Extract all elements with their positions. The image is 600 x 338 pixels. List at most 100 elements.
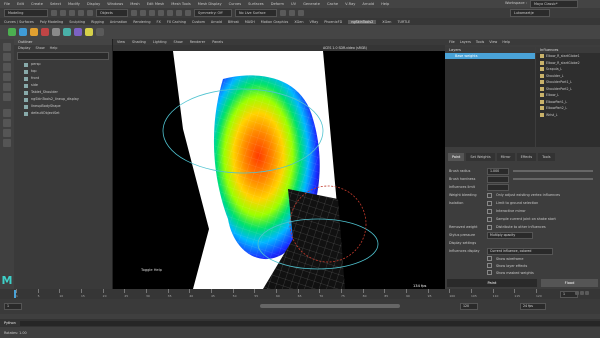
- live-surface-button[interactable]: No Live Surface: [235, 9, 277, 17]
- show-masked-weights-checkbox[interactable]: [487, 270, 492, 275]
- move-tool-icon[interactable]: [3, 73, 11, 81]
- outliner-menu-item[interactable]: Display: [18, 45, 31, 51]
- shelf-tab[interactable]: MASH: [245, 20, 255, 24]
- ipr-render-icon[interactable]: [289, 10, 295, 16]
- shelf-tab[interactable]: Custom: [192, 20, 205, 24]
- menu-item-generate[interactable]: Generate: [303, 2, 320, 6]
- shelf-cube-icon[interactable]: [19, 28, 27, 36]
- layers-menu-item[interactable]: Help: [502, 39, 510, 45]
- outliner-search-input[interactable]: [17, 52, 109, 60]
- outliner-item[interactable]: top: [14, 68, 112, 75]
- layout-side-icon[interactable]: [3, 129, 11, 137]
- menu-item-deform[interactable]: Deform: [271, 2, 284, 6]
- shelf-torus-icon[interactable]: [63, 28, 71, 36]
- menu-item-surfaces[interactable]: Surfaces: [248, 2, 264, 6]
- show-wireframe-checkbox[interactable]: [487, 256, 492, 261]
- shelf-tab[interactable]: Rendering: [133, 20, 150, 24]
- menu-set-dropdown[interactable]: Modeling: [4, 9, 48, 17]
- rotate-tool-icon[interactable]: [3, 83, 11, 91]
- select-by-object-icon[interactable]: [140, 10, 146, 16]
- outliner-item[interactable]: side: [14, 82, 112, 89]
- show-layer-effects-checkbox[interactable]: [487, 263, 492, 268]
- brush-hardness-field[interactable]: [487, 175, 509, 183]
- paint-button[interactable]: Paint: [447, 279, 537, 287]
- menu-item-select[interactable]: Select: [50, 2, 61, 6]
- viewport[interactable]: View Shading Lighting Show Renderer Panels AC…: [113, 39, 445, 289]
- selection-mode-dropdown[interactable]: Objects: [96, 9, 128, 17]
- outliner-menu-item[interactable]: Help: [50, 45, 58, 51]
- influences-limit-field[interactable]: [487, 183, 509, 191]
- menu-item-edit[interactable]: Edit: [17, 2, 24, 6]
- brush-radius-slider[interactable]: [513, 170, 593, 172]
- snap-grid-icon[interactable]: [158, 10, 164, 16]
- menu-item-create[interactable]: Create: [31, 2, 43, 6]
- play-forward-icon[interactable]: [580, 291, 584, 295]
- viewport-menu-item[interactable]: View: [117, 40, 125, 44]
- shelf-ngskin-icon[interactable]: [74, 28, 82, 36]
- paint-tab[interactable]: Effects: [516, 153, 537, 161]
- shelf-paint-icon[interactable]: [85, 28, 93, 36]
- play-back-icon[interactable]: [575, 291, 579, 295]
- select-by-component-icon[interactable]: [149, 10, 155, 16]
- outliner-menu-item[interactable]: Show: [36, 45, 45, 51]
- viewport-menu-item[interactable]: Renderer: [190, 40, 205, 44]
- viewport-menu-item[interactable]: Panels: [212, 40, 223, 44]
- menu-item-arnold[interactable]: Arnold: [362, 2, 374, 6]
- redo-icon[interactable]: [87, 10, 93, 16]
- outliner-item[interactable]: front: [14, 75, 112, 82]
- viewport-menu-item[interactable]: Shading: [132, 40, 146, 44]
- command-language-toggle[interactable]: Python: [4, 321, 16, 325]
- paint-tab[interactable]: Paint: [448, 153, 465, 161]
- shelf-tab[interactable]: ngSkinTools2: [348, 19, 377, 24]
- shelf-cylinder-icon[interactable]: [30, 28, 38, 36]
- shelf-tab[interactable]: FX: [157, 20, 161, 24]
- menu-item-display[interactable]: Display: [87, 2, 100, 6]
- menu-item-uv[interactable]: UV: [291, 2, 296, 6]
- interactive-mirror-checkbox[interactable]: [487, 208, 492, 214]
- layout-four-icon[interactable]: [3, 119, 11, 127]
- menu-item-edit-mesh[interactable]: Edit Mesh: [147, 2, 165, 6]
- command-input[interactable]: [19, 320, 600, 326]
- menu-item-v-ray[interactable]: V-Ray: [345, 2, 355, 6]
- shelf-sphere-icon[interactable]: [8, 28, 16, 36]
- outliner-item[interactable]: defaultObjectSet: [14, 110, 112, 117]
- viewport-menu-item[interactable]: Show: [174, 40, 183, 44]
- undo-icon[interactable]: [78, 10, 84, 16]
- range-end-field[interactable]: 120: [460, 303, 478, 310]
- time-slider[interactable]: 1 5 10 15 20 25 30 35 40 45 50 55 60 65 70 75 80 85 90 95 10…: [0, 289, 600, 299]
- paint-tab[interactable]: Mirror: [496, 153, 515, 161]
- menu-item-mesh-tools[interactable]: Mesh Tools: [171, 2, 190, 6]
- menu-item-modify[interactable]: Modify: [68, 2, 80, 6]
- shelf-tab[interactable]: XGen: [294, 20, 303, 24]
- open-scene-icon[interactable]: [60, 10, 66, 16]
- shelf-cone-icon[interactable]: [41, 28, 49, 36]
- menu-item-mesh-display[interactable]: Mesh Display: [198, 2, 222, 6]
- isolation-checkbox[interactable]: [487, 200, 492, 206]
- sample-joint-checkbox[interactable]: [487, 216, 492, 222]
- weight-bleeding-checkbox[interactable]: [487, 192, 492, 198]
- shelf-tab[interactable]: Rigging: [91, 20, 104, 24]
- shelf-tab[interactable]: FX Caching: [167, 20, 186, 24]
- shelf-tab[interactable]: VRay: [310, 20, 319, 24]
- flood-button[interactable]: Flood: [541, 279, 598, 287]
- layers-menu-item[interactable]: Layers: [460, 39, 471, 45]
- symmetry-dropdown[interactable]: Symmetry: Off: [194, 9, 232, 17]
- layout-outliner-icon[interactable]: [3, 139, 11, 147]
- brush-radius-field[interactable]: 1.000: [487, 167, 509, 175]
- shelf-tab[interactable]: Bifrost: [228, 20, 239, 24]
- snap-surface-icon[interactable]: [185, 10, 191, 16]
- removed-weight-checkbox[interactable]: [487, 224, 492, 230]
- influences-display-dropdown[interactable]: Current influence, colored: [487, 247, 553, 255]
- viewport-menu-item[interactable]: Lighting: [153, 40, 167, 44]
- menu-item-mesh[interactable]: Mesh: [130, 2, 139, 6]
- menu-item-help[interactable]: Help: [381, 2, 389, 6]
- menu-item-file[interactable]: File: [4, 2, 10, 6]
- user-account-dropdown[interactable]: Lukamaetje: [510, 9, 550, 17]
- outliner-item[interactable]: Tablet_Shoulder: [14, 89, 112, 96]
- paint-tab[interactable]: Set Weights: [466, 153, 495, 161]
- paint-select-tool-icon[interactable]: [3, 63, 11, 71]
- select-by-hierarchy-icon[interactable]: [131, 10, 137, 16]
- workspace-dropdown[interactable]: Maya Classic*: [530, 0, 578, 8]
- layer-row[interactable]: Base weights: [445, 53, 535, 59]
- layers-menu-item[interactable]: View: [489, 39, 497, 45]
